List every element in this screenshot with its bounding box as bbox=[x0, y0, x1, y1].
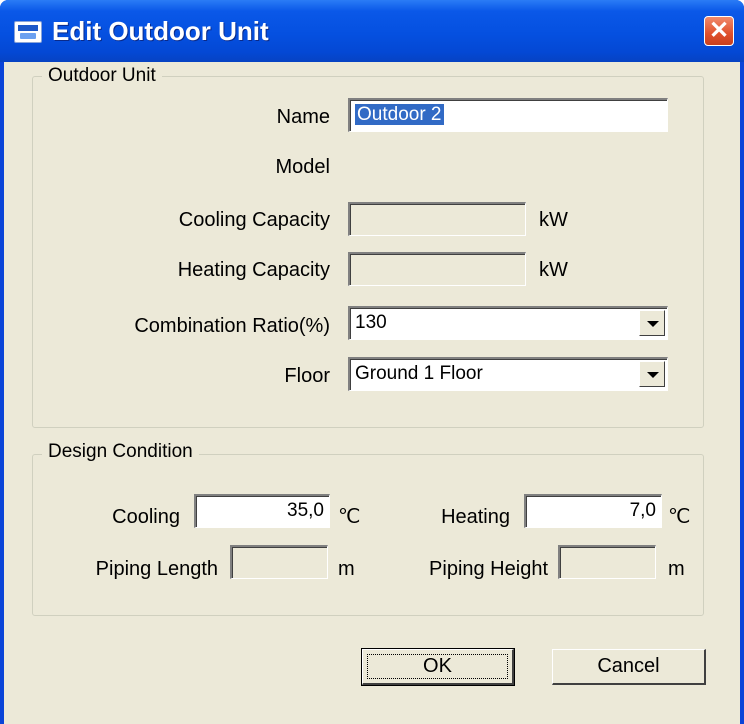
dialog-client-area: Outdoor Unit Name Outdoor 2 Model Coolin… bbox=[4, 62, 740, 724]
design-condition-group-label: Design Condition bbox=[42, 441, 199, 463]
piping-height-field bbox=[558, 545, 656, 579]
dialog-window: Edit Outdoor Unit ✕ Outdoor Unit Name Ou… bbox=[0, 0, 744, 724]
combination-ratio-value: 130 bbox=[355, 312, 387, 333]
piping-length-field bbox=[230, 545, 328, 579]
heating-temp-unit: ℃ bbox=[668, 506, 691, 528]
design-condition-group bbox=[32, 454, 704, 616]
chevron-down-icon[interactable] bbox=[639, 310, 665, 336]
heating-temp-field[interactable]: 7,0 bbox=[524, 494, 662, 528]
piping-height-label: Piping Height bbox=[429, 558, 548, 580]
piping-length-label: Piping Length bbox=[95, 558, 218, 580]
heating-capacity-field bbox=[348, 252, 526, 286]
cooling-temp-unit: ℃ bbox=[338, 506, 361, 528]
title-bar[interactable]: Edit Outdoor Unit ✕ bbox=[0, 0, 744, 62]
chevron-down-icon[interactable] bbox=[639, 361, 665, 387]
floor-select[interactable]: Ground 1 Floor bbox=[348, 357, 668, 391]
combination-ratio-label: Combination Ratio(%) bbox=[134, 315, 330, 337]
floor-value: Ground 1 Floor bbox=[355, 363, 483, 384]
model-label: Model bbox=[275, 156, 330, 178]
heating-capacity-label: Heating Capacity bbox=[177, 259, 330, 281]
combination-ratio-select[interactable]: 130 bbox=[348, 306, 668, 340]
outdoor-unit-group-label: Outdoor Unit bbox=[42, 65, 162, 87]
app-window-icon bbox=[14, 21, 42, 43]
ok-button-label: OK bbox=[423, 655, 452, 677]
piping-height-unit: m bbox=[668, 558, 685, 580]
ok-button[interactable]: OK bbox=[361, 648, 515, 686]
cancel-button[interactable]: Cancel bbox=[552, 649, 706, 685]
cooling-capacity-label: Cooling Capacity bbox=[178, 209, 330, 231]
window-title: Edit Outdoor Unit bbox=[52, 16, 269, 46]
cooling-capacity-unit: kW bbox=[539, 209, 568, 231]
cancel-button-label: Cancel bbox=[597, 655, 660, 677]
floor-label: Floor bbox=[284, 365, 330, 387]
name-field[interactable]: Outdoor 2 bbox=[348, 98, 668, 132]
piping-length-unit: m bbox=[338, 558, 355, 580]
cooling-label: Cooling bbox=[112, 506, 180, 528]
cooling-capacity-field bbox=[348, 202, 526, 236]
name-value: Outdoor 2 bbox=[355, 104, 444, 125]
close-icon[interactable]: ✕ bbox=[704, 16, 734, 46]
cooling-temp-field[interactable]: 35,0 bbox=[194, 494, 330, 528]
heating-label: Heating bbox=[441, 506, 510, 528]
heating-capacity-unit: kW bbox=[539, 259, 568, 281]
name-label: Name bbox=[276, 106, 330, 128]
